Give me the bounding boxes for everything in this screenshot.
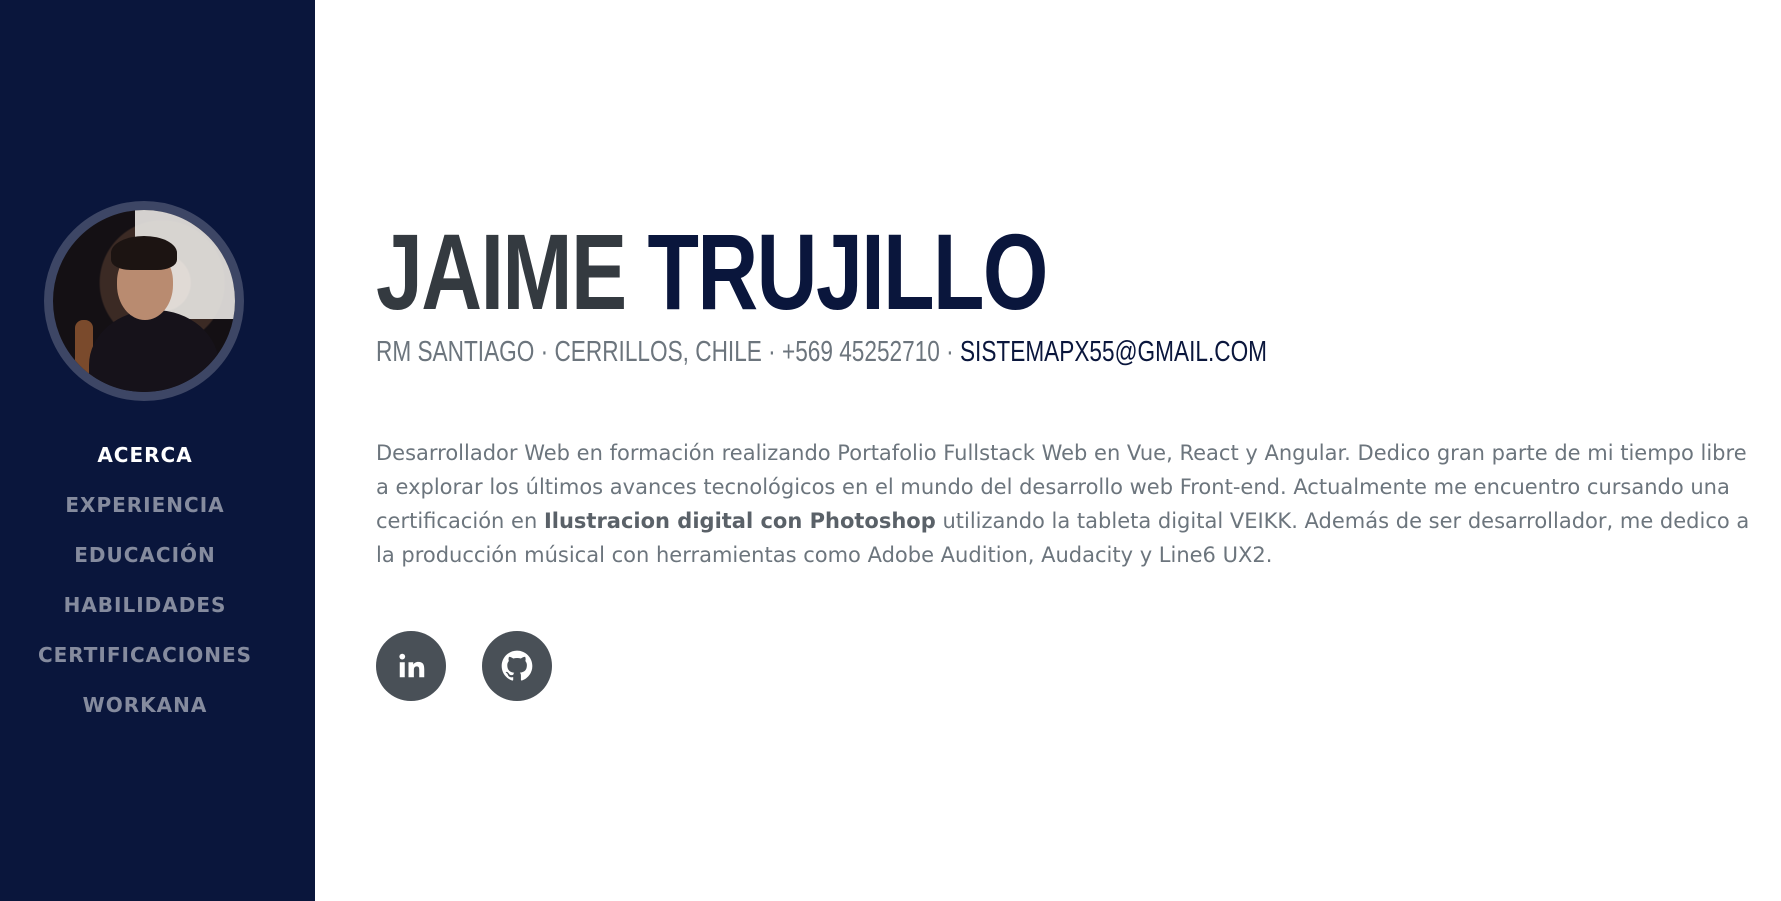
nav-item-experiencia[interactable]: EXPERIENCIA bbox=[0, 480, 290, 530]
github-button[interactable] bbox=[482, 631, 552, 701]
contact-line: RM SANTIAGO · CERRILLOS, CHILE · +569 45… bbox=[376, 336, 1267, 369]
separator: · bbox=[939, 336, 960, 368]
social-links bbox=[376, 631, 552, 701]
about-paragraph: Desarrollador Web en formación realizand… bbox=[376, 436, 1766, 572]
phone-text: +569 45252710 bbox=[781, 336, 940, 368]
nav-item-habilidades[interactable]: HABILIDADES bbox=[0, 580, 290, 630]
linkedin-button[interactable] bbox=[376, 631, 446, 701]
nav-item-educacion[interactable]: EDUCACIÓN bbox=[0, 530, 290, 580]
nav-item-workana[interactable]: WORKANA bbox=[0, 680, 290, 730]
about-highlight: Ilustracion digital con Photoshop bbox=[543, 509, 936, 533]
separator: · bbox=[761, 336, 782, 368]
nav-item-certificaciones[interactable]: CERTIFICACIONES bbox=[0, 630, 290, 680]
github-icon bbox=[501, 650, 533, 682]
last-name: TRUJILLO bbox=[647, 211, 1049, 332]
nav-item-acerca[interactable]: ACERCA bbox=[0, 430, 290, 480]
profile-avatar bbox=[44, 201, 244, 401]
sidebar-nav: ACERCA EXPERIENCIA EDUCACIÓN HABILIDADES… bbox=[0, 430, 290, 730]
first-name: JAIME bbox=[376, 211, 627, 332]
main-content: JAIME TRUJILLO RM SANTIAGO · CERRILLOS, … bbox=[376, 0, 1766, 901]
page-title: JAIME TRUJILLO bbox=[376, 218, 1048, 326]
linkedin-icon bbox=[396, 651, 426, 681]
location-text: RM SANTIAGO · CERRILLOS, CHILE bbox=[376, 336, 762, 368]
sidebar: ACERCA EXPERIENCIA EDUCACIÓN HABILIDADES… bbox=[0, 0, 315, 901]
email-link[interactable]: SISTEMAPX55@GMAIL.COM bbox=[960, 336, 1267, 368]
